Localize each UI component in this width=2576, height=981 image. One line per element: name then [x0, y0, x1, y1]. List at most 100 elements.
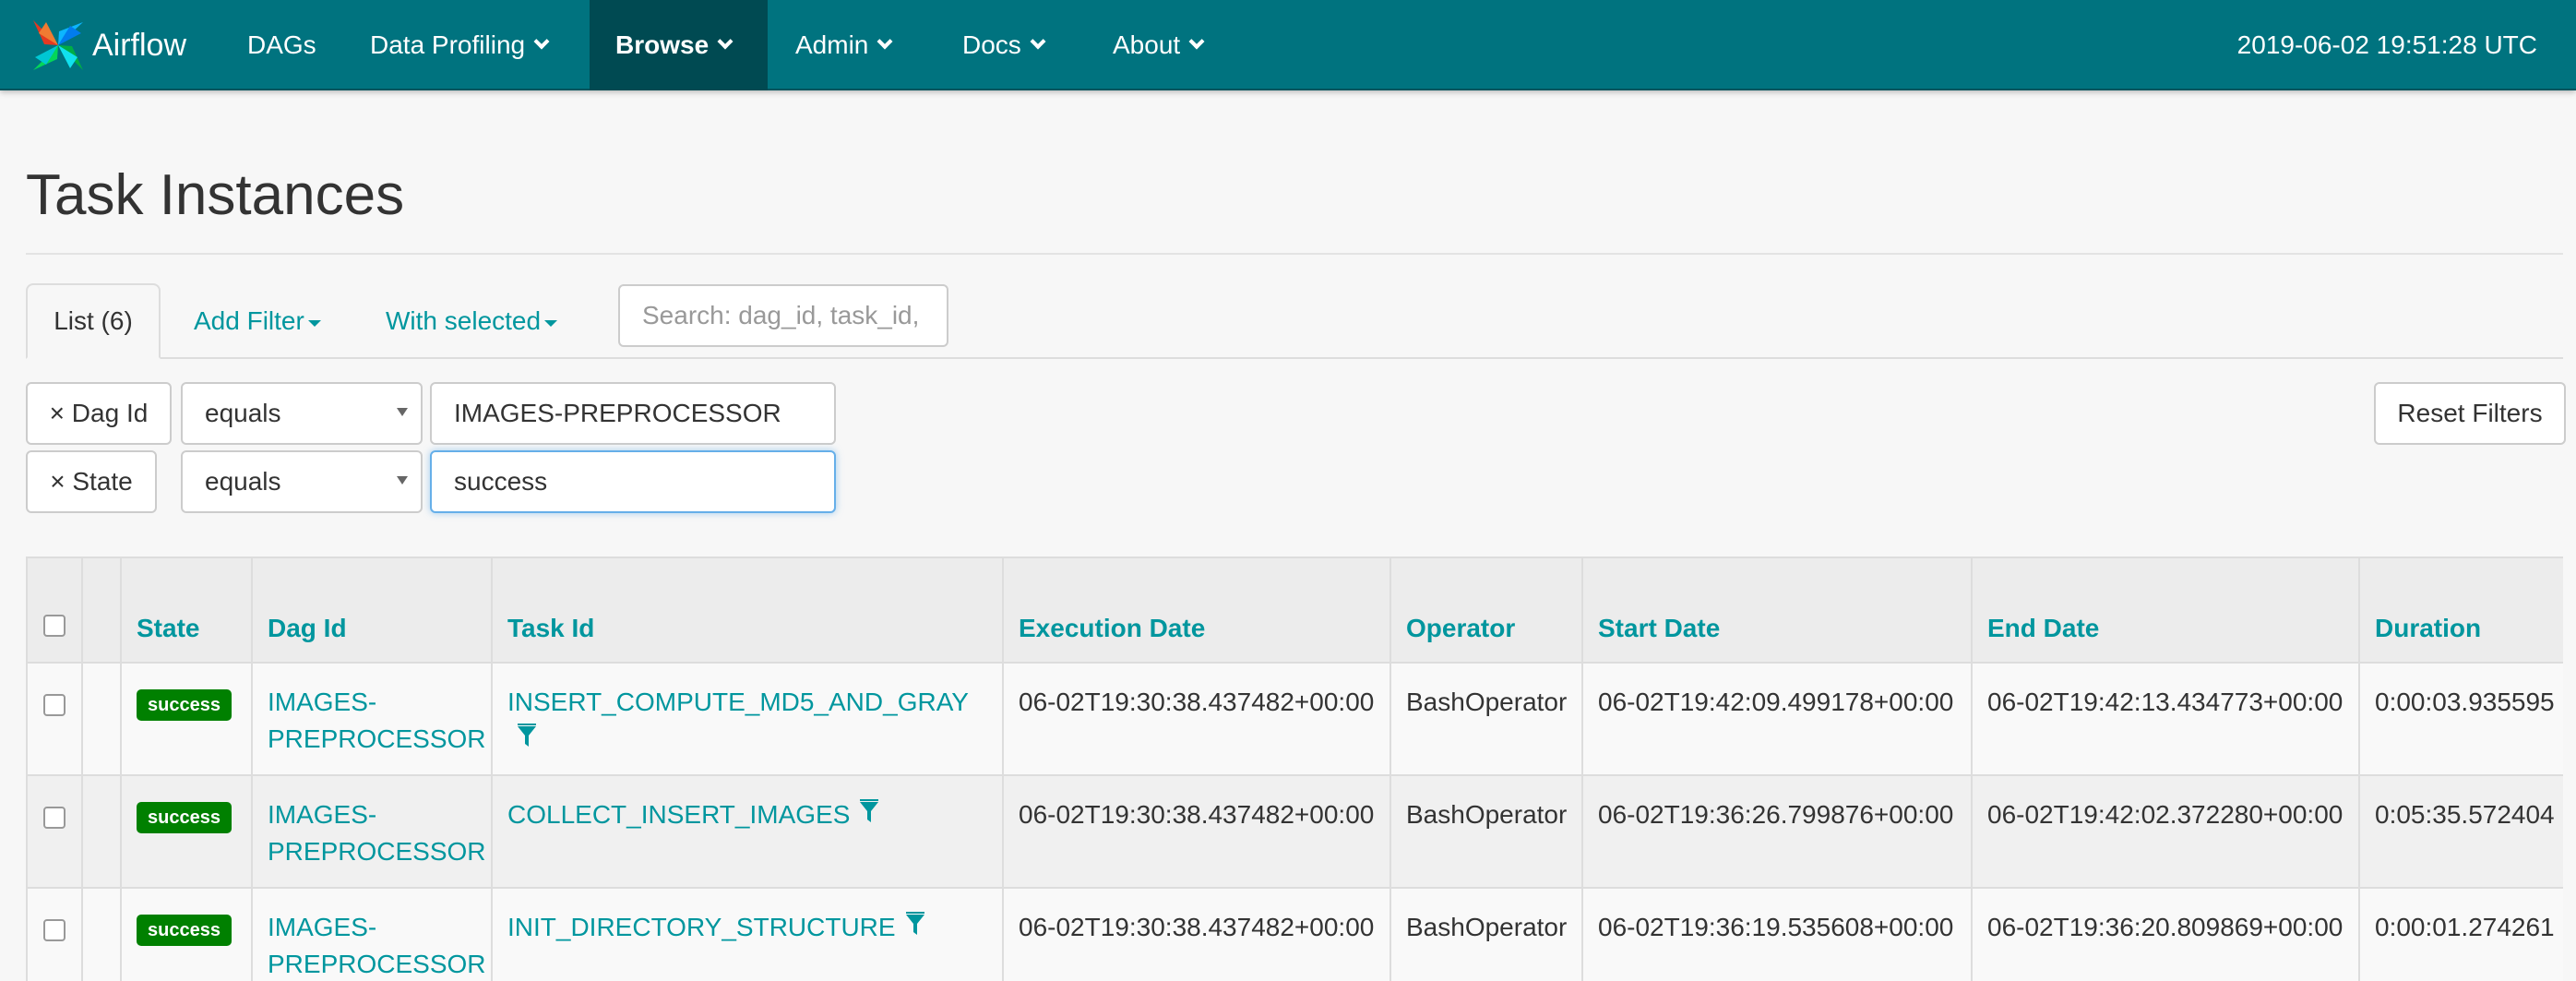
- row-checkbox[interactable]: [43, 919, 66, 941]
- add-filter-label: Add Filter: [194, 306, 304, 335]
- with-selected-dropdown[interactable]: With selected: [386, 283, 558, 359]
- row-select-cell: [26, 887, 83, 981]
- filter-state-value-input[interactable]: success: [430, 450, 836, 513]
- filter-icon[interactable]: [859, 799, 879, 825]
- execution-date-cell: 06-02T19:30:38.437482+00:00: [1002, 774, 1391, 889]
- caret-down-icon: [397, 408, 408, 416]
- search-input[interactable]: [618, 284, 948, 347]
- task-id-link[interactable]: INSERT_COMPUTE_MD5_AND_GRAY: [507, 688, 969, 716]
- brand-link[interactable]: Airflow: [26, 13, 186, 78]
- task-id-link[interactable]: INIT_DIRECTORY_STRUCTURE: [507, 913, 896, 941]
- task-instances-table: State Dag Id Task Id Execution Date Oper…: [26, 556, 2563, 981]
- tab-list-label: List (6): [54, 306, 133, 335]
- table-row: success IMAGES- PREPROCESSOR INIT_DIRECTO…: [26, 887, 2563, 981]
- nav-dags[interactable]: DAGs: [221, 0, 342, 90]
- dag-id-part1: IMAGES-: [268, 913, 377, 941]
- nav-about[interactable]: About: [1087, 0, 1228, 90]
- chevron-down-icon: [877, 33, 893, 50]
- column-header-duration[interactable]: Duration: [2358, 556, 2563, 664]
- dag-id-part1: IMAGES-: [268, 688, 377, 716]
- remove-filter-state-button[interactable]: × State: [26, 450, 157, 513]
- state-cell: success: [120, 662, 253, 776]
- duration-cell: 0:00:03.935595: [2358, 662, 2563, 776]
- nav-data-profiling-label: Data Profiling: [370, 30, 526, 59]
- chevron-down-icon: [717, 33, 733, 50]
- column-header-task-id[interactable]: Task Id: [491, 556, 1004, 664]
- start-date-cell: 06-02T19:36:19.535608+00:00: [1581, 887, 1973, 981]
- dag-id-part1: IMAGES-: [268, 800, 377, 829]
- row-select-cell: [26, 662, 83, 776]
- column-header-execution-date[interactable]: Execution Date: [1002, 556, 1391, 664]
- remove-filter-dag-id-label: × Dag Id: [49, 399, 149, 427]
- row-checkbox[interactable]: [43, 694, 66, 716]
- state-cell: success: [120, 774, 253, 889]
- top-navbar: Airflow DAGs Data Profiling Browse Admin…: [0, 0, 2576, 90]
- task-id-cell: INIT_DIRECTORY_STRUCTURE: [491, 887, 1004, 981]
- dag-id-cell: IMAGES- PREPROCESSOR: [251, 662, 493, 776]
- operator-cell: BashOperator: [1389, 774, 1583, 889]
- select-all-checkbox[interactable]: [43, 615, 66, 637]
- dag-id-part2: PREPROCESSOR: [268, 950, 486, 978]
- column-header-state[interactable]: State: [120, 556, 253, 664]
- page-title: Task Instances: [26, 163, 405, 227]
- dag-id-part2: PREPROCESSOR: [268, 837, 486, 866]
- status-badge: success: [137, 802, 232, 833]
- state-cell: success: [120, 887, 253, 981]
- filter-dag-id-operator-select[interactable]: equals: [181, 382, 423, 445]
- add-filter-dropdown[interactable]: Add Filter: [194, 283, 321, 359]
- nav-dags-label: DAGs: [247, 30, 316, 59]
- caret-down-icon: [544, 319, 558, 327]
- nav-data-profiling[interactable]: Data Profiling: [344, 0, 573, 90]
- column-header-operator[interactable]: Operator: [1389, 556, 1583, 664]
- caret-down-icon: [307, 319, 321, 327]
- remove-filter-dag-id-button[interactable]: × Dag Id: [26, 382, 172, 445]
- table-header-row: State Dag Id Task Id Execution Date Oper…: [26, 556, 2563, 664]
- filter-icon[interactable]: [517, 724, 537, 749]
- end-date-cell: 06-02T19:42:13.434773+00:00: [1971, 662, 2360, 776]
- dag-id-link[interactable]: IMAGES- PREPROCESSOR: [268, 688, 486, 753]
- row-actions-cell: [81, 887, 122, 981]
- title-divider: [26, 253, 2563, 255]
- row-select-cell: [26, 774, 83, 889]
- dag-id-link[interactable]: IMAGES- PREPROCESSOR: [268, 800, 486, 866]
- filter-dag-id-value-input[interactable]: IMAGES-PREPROCESSOR: [430, 382, 836, 445]
- task-id-cell: COLLECT_INSERT_IMAGES: [491, 774, 1004, 889]
- dag-id-part2: PREPROCESSOR: [268, 724, 486, 753]
- column-header-start-date[interactable]: Start Date: [1581, 556, 1973, 664]
- dag-id-cell: IMAGES- PREPROCESSOR: [251, 774, 493, 889]
- execution-date-cell: 06-02T19:30:38.437482+00:00: [1002, 887, 1391, 981]
- filter-icon[interactable]: [905, 912, 925, 938]
- start-date-cell: 06-02T19:36:26.799876+00:00: [1581, 774, 1973, 889]
- airflow-logo-icon: [33, 20, 83, 70]
- filter-state-operator-select[interactable]: equals: [181, 450, 423, 513]
- nav-admin-label: Admin: [795, 30, 869, 59]
- operator-cell: BashOperator: [1389, 887, 1583, 981]
- execution-date-cell: 06-02T19:30:38.437482+00:00: [1002, 662, 1391, 776]
- filter-dag-id-operator-value: equals: [205, 399, 281, 427]
- start-date-cell: 06-02T19:42:09.499178+00:00: [1581, 662, 1973, 776]
- caret-down-icon: [397, 476, 408, 485]
- duration-cell: 0:05:35.572404: [2358, 774, 2563, 889]
- column-header-dag-id[interactable]: Dag Id: [251, 556, 493, 664]
- chevron-down-icon: [1188, 33, 1205, 50]
- nav-docs-label: Docs: [962, 30, 1021, 59]
- nav-docs[interactable]: Docs: [936, 0, 1069, 90]
- remove-filter-state-label: × State: [50, 467, 133, 496]
- end-date-cell: 06-02T19:42:02.372280+00:00: [1971, 774, 2360, 889]
- brand-name: Airflow: [92, 27, 187, 63]
- dag-id-link[interactable]: IMAGES- PREPROCESSOR: [268, 913, 486, 978]
- task-id-link[interactable]: COLLECT_INSERT_IMAGES: [507, 800, 850, 829]
- task-id-cell: INSERT_COMPUTE_MD5_AND_GRAY: [491, 662, 1004, 776]
- nav-admin[interactable]: Admin: [769, 0, 916, 90]
- reset-filters-button[interactable]: Reset Filters: [2374, 382, 2566, 445]
- column-header-end-date[interactable]: End Date: [1971, 556, 2360, 664]
- nav-browse-label: Browse: [615, 30, 710, 59]
- row-actions-cell: [81, 662, 122, 776]
- nav-browse[interactable]: Browse: [590, 0, 768, 90]
- row-checkbox[interactable]: [43, 807, 66, 829]
- filter-state-value: success: [454, 467, 548, 496]
- tab-list[interactable]: List (6): [26, 283, 161, 359]
- row-actions-cell: [81, 774, 122, 889]
- select-all-cell: [26, 556, 83, 664]
- filter-dag-id-value: IMAGES-PREPROCESSOR: [454, 399, 781, 427]
